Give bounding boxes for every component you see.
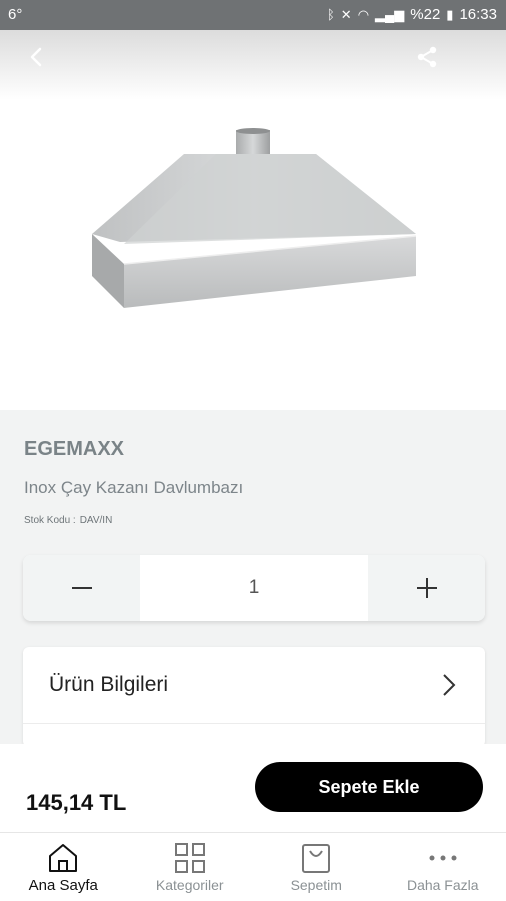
increase-quantity-button[interactable]: [368, 555, 485, 621]
product-image-area: [0, 30, 506, 410]
chevron-right-icon: [439, 672, 459, 698]
add-to-cart-button[interactable]: Sepete Ekle: [255, 762, 483, 812]
purchase-bar: 145,14 TL Sepete Ekle: [0, 744, 506, 832]
weather-temperature: 6°: [8, 6, 22, 23]
share-button[interactable]: [414, 44, 440, 70]
grid-icon: [173, 841, 207, 875]
more-icon: [426, 841, 460, 875]
tab-cart-label: Sepetim: [253, 877, 380, 893]
chevron-left-icon: [24, 44, 50, 70]
product-info-row[interactable]: Ürün Bilgileri: [23, 647, 485, 724]
home-icon: [46, 841, 80, 875]
product-price: 145,14 TL: [26, 790, 126, 816]
clock: 16:33: [459, 6, 497, 23]
bottom-navigation: Ana Sayfa Kategoriler Sepetim Daha Fazla: [0, 832, 506, 901]
tab-categories-label: Kategoriler: [127, 877, 254, 893]
decrease-quantity-button[interactable]: [23, 555, 140, 621]
signal-icon: ▂▄▆: [375, 7, 404, 23]
battery-percent: %22: [410, 6, 440, 23]
share-icon: [414, 44, 440, 70]
tab-home-label: Ana Sayfa: [0, 877, 127, 894]
product-image: [84, 124, 420, 318]
stock-code: Stok Kodu : DAV/IN: [24, 515, 112, 526]
bluetooth-icon: ᛒ: [327, 7, 335, 23]
quantity-stepper: 1: [23, 555, 485, 621]
tab-cart[interactable]: Sepetim: [253, 833, 380, 901]
minus-icon: [69, 575, 95, 601]
tab-categories[interactable]: Kategoriler: [127, 833, 254, 901]
back-button[interactable]: [24, 44, 50, 70]
battery-icon: ▮: [446, 7, 453, 23]
wifi-icon: ◠: [358, 7, 369, 23]
product-name: Inox Çay Kazanı Davlumbazı: [24, 478, 243, 498]
stock-code-value: DAV/IN: [80, 515, 113, 526]
product-info-card: Ürün Bilgileri: [23, 647, 485, 747]
status-bar: 6° ᛒ ✕ ◠ ▂▄▆ %22 ▮ 16:33: [0, 0, 506, 30]
tab-more-label: Daha Fazla: [380, 877, 506, 893]
quantity-value[interactable]: 1: [140, 555, 368, 621]
brand-name: EGEMAXX: [24, 438, 124, 461]
bag-icon: [299, 841, 333, 875]
plus-icon: [414, 575, 440, 601]
tab-more[interactable]: Daha Fazla: [380, 833, 506, 901]
mute-icon: ✕: [341, 7, 352, 23]
stock-code-label: Stok Kodu :: [24, 515, 76, 526]
product-info-label: Ürün Bilgileri: [49, 673, 168, 697]
tab-home[interactable]: Ana Sayfa: [0, 833, 127, 901]
